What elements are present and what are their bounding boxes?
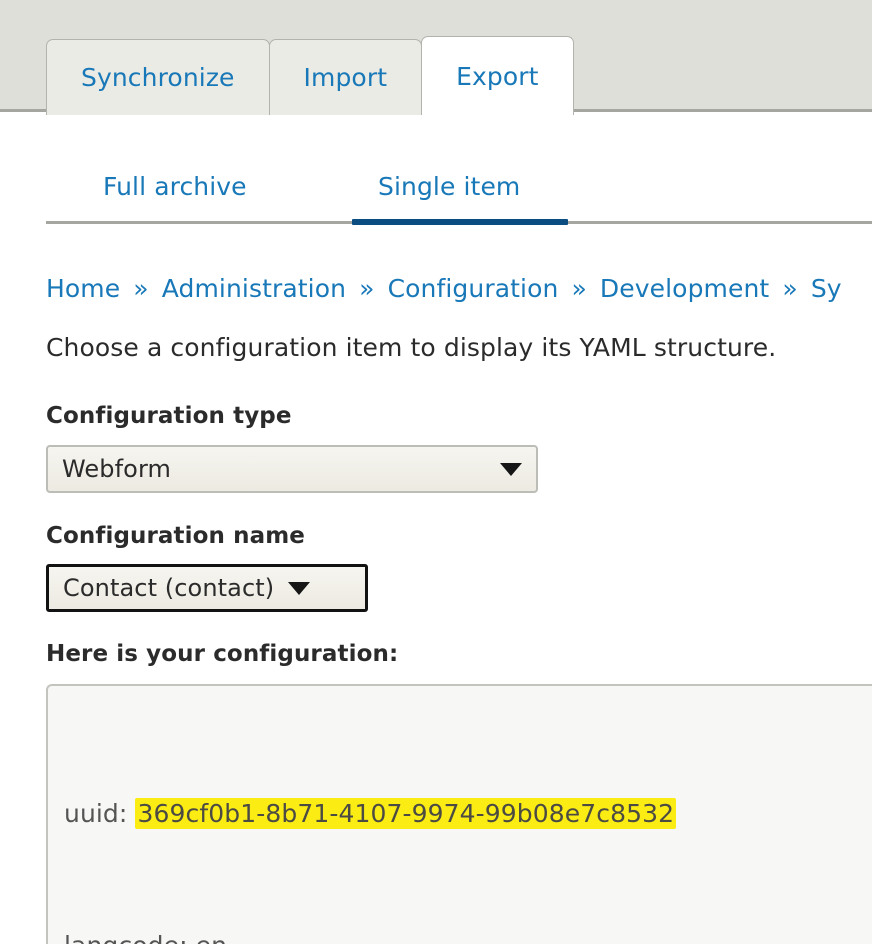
configuration-output-label: Here is your configuration:: [46, 641, 399, 667]
chevron-down-icon: [288, 581, 311, 595]
breadcrumb-item-administration[interactable]: Administration: [162, 274, 346, 303]
config-line-uuid-value: 369cf0b1-8b71-4107-9974-99b08e7c8532: [135, 798, 677, 829]
breadcrumb-item-configuration[interactable]: Configuration: [388, 274, 559, 303]
page-description: Choose a configuration item to display i…: [46, 333, 777, 362]
tab-import[interactable]: Import: [268, 39, 423, 115]
configuration-type-label: Configuration type: [46, 403, 292, 429]
chevron-down-icon: [500, 462, 522, 476]
config-line-uuid-key: uuid:: [64, 799, 136, 828]
tab-full-archive[interactable]: Full archive: [103, 152, 247, 221]
tab-export-label: Export: [456, 61, 539, 91]
configuration-name-label: Configuration name: [46, 523, 305, 549]
tab-import-label: Import: [303, 63, 388, 92]
tab-single-item[interactable]: Single item: [378, 152, 520, 221]
breadcrumb-separator: »: [571, 274, 587, 303]
configuration-type-value: Webform: [62, 455, 171, 483]
configuration-output-textarea[interactable]: uuid: 369cf0b1-8b71-4107-9974-99b08e7c85…: [46, 684, 872, 944]
tab-single-item-active-indicator: [352, 219, 568, 225]
breadcrumb-item-synchronize[interactable]: Sy: [811, 274, 842, 303]
tab-full-archive-label: Full archive: [103, 172, 247, 201]
breadcrumb-separator: »: [359, 274, 375, 303]
primary-tab-bar: Synchronize Import Export: [0, 0, 872, 115]
tab-synchronize-label: Synchronize: [81, 63, 235, 92]
config-line-uuid: uuid: 369cf0b1-8b71-4107-9974-99b08e7c85…: [64, 792, 872, 836]
configuration-type-select[interactable]: Webform: [46, 445, 538, 493]
secondary-tabs: Full archive Single item: [46, 152, 872, 225]
tab-single-item-label: Single item: [378, 172, 521, 201]
breadcrumb: Home » Administration » Configuration » …: [46, 274, 842, 303]
configuration-name-select[interactable]: Contact (contact): [46, 564, 368, 612]
breadcrumb-item-home[interactable]: Home: [46, 274, 120, 303]
tab-export[interactable]: Export: [421, 36, 574, 115]
breadcrumb-item-development[interactable]: Development: [600, 274, 769, 303]
tab-synchronize[interactable]: Synchronize: [46, 39, 270, 115]
config-line-langcode: langcode: en: [64, 924, 872, 944]
breadcrumb-separator: »: [133, 274, 149, 303]
configuration-name-value: Contact (contact): [63, 574, 275, 602]
primary-tabs: Synchronize Import Export: [46, 36, 574, 115]
breadcrumb-separator: »: [782, 274, 798, 303]
